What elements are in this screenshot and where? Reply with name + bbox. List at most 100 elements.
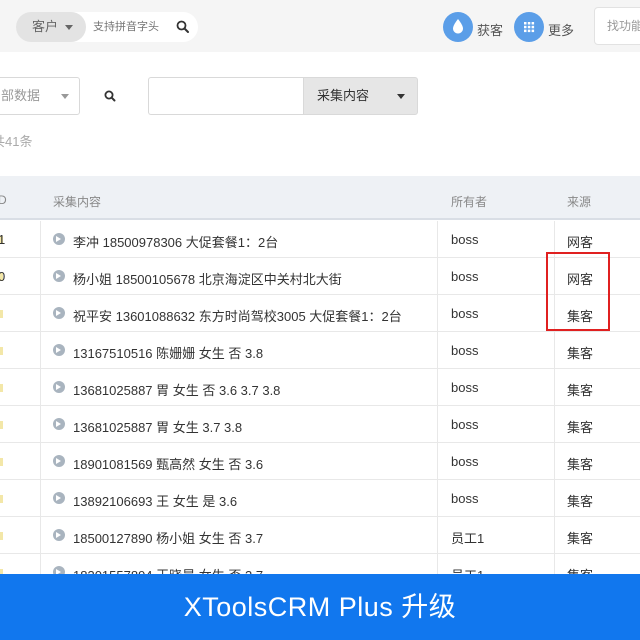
row-id: 0 (0, 269, 6, 284)
data-scope-dropdown[interactable]: 部数据 (0, 77, 80, 115)
search-field-label: 采集内容 (317, 88, 370, 103)
promo-banner: XToolsCRM Plus 升级 (0, 574, 640, 640)
column-divider (40, 480, 41, 517)
customer-search-input[interactable] (93, 12, 177, 42)
row-owner: boss (451, 343, 479, 358)
header-source[interactable]: 来源 (567, 193, 591, 210)
table-row[interactable]: 13892106693 王 女生 是 3.6 boss 集客 (0, 480, 640, 517)
table-row[interactable]: 0 杨小姐 18500105678 北京海淀区中关村北大街 boss 网客 (0, 258, 640, 295)
column-divider (554, 480, 555, 517)
search-icon[interactable] (176, 20, 190, 34)
customer-type-dropdown[interactable]: 客户 (16, 12, 86, 42)
search-icon[interactable] (100, 86, 120, 106)
record-count: 共41条 (0, 134, 33, 149)
keyword-input[interactable] (148, 77, 304, 115)
row-owner: boss (451, 380, 479, 395)
column-divider (437, 258, 438, 295)
row-content[interactable]: 13892106693 王 女生 是 3.6 (73, 491, 237, 510)
arrow-right-circle-icon[interactable] (53, 418, 65, 430)
column-divider (40, 369, 41, 406)
header-owner[interactable]: 所有者 (451, 193, 487, 210)
row-marker (0, 347, 3, 355)
table-row[interactable]: 18901081569 甄高然 女生 否 3.6 boss 集客 (0, 443, 640, 480)
column-divider (437, 517, 438, 554)
column-divider (437, 369, 438, 406)
row-source: 集客 (567, 531, 594, 546)
arrow-right-circle-icon[interactable] (53, 307, 65, 319)
column-divider (437, 443, 438, 480)
row-owner: boss (451, 306, 479, 321)
column-divider (437, 332, 438, 369)
table-row[interactable]: 18500127890 杨小姐 女生 否 3.7 员工1 集客 (0, 517, 640, 554)
row-content[interactable]: 杨小姐 18500105678 北京海淀区中关村北大街 (73, 269, 342, 288)
table-row[interactable]: 13681025887 胃 女生 否 3.6 3.7 3.8 boss 集客 (0, 369, 640, 406)
column-divider (554, 369, 555, 406)
row-owner: 员工1 (451, 531, 485, 546)
get-customer-button[interactable] (443, 12, 473, 42)
table-row[interactable]: 祝平安 13601088632 东方时尚驾校3005 大促套餐1：2台 boss 集… (0, 295, 640, 332)
row-content[interactable]: 13167510516 陈姗姗 女生 否 3.8 (73, 343, 263, 362)
get-customer-label[interactable]: 获客 (477, 20, 503, 39)
row-source: 集客 (567, 494, 594, 509)
column-divider (554, 443, 555, 480)
row-content[interactable]: 13681025887 胃 女生 否 3.6 3.7 3.8 (73, 380, 280, 399)
chevron-down-icon (65, 25, 73, 30)
column-divider (40, 258, 41, 295)
table-row[interactable]: 13167510516 陈姗姗 女生 否 3.8 boss 集客 (0, 332, 640, 369)
row-marker (0, 532, 3, 540)
row-content[interactable]: 李冲 18500978306 大促套餐1：2台 (73, 232, 278, 251)
header-id-fragment: D (0, 193, 7, 207)
arrow-right-circle-icon[interactable] (53, 529, 65, 541)
column-divider (40, 295, 41, 332)
grid-icon (524, 22, 535, 33)
row-owner: boss (451, 269, 479, 284)
row-source: 集客 (567, 420, 594, 435)
row-marker (0, 495, 3, 503)
column-divider (437, 480, 438, 517)
column-divider (437, 295, 438, 332)
row-content[interactable]: 13681025887 胃 女生 3.7 3.8 (73, 417, 242, 436)
row-content[interactable]: 祝平安 13601088632 东方时尚驾校3005 大促套餐1：2台 (73, 306, 402, 325)
function-search-input[interactable]: 找功能 (594, 7, 640, 45)
row-owner: boss (451, 454, 479, 469)
water-drop-icon (453, 19, 463, 34)
arrow-right-circle-icon[interactable] (53, 344, 65, 356)
arrow-right-circle-icon[interactable] (53, 233, 65, 245)
column-divider (40, 221, 41, 258)
column-divider (554, 517, 555, 554)
table-row[interactable]: 1 李冲 18500978306 大促套餐1：2台 boss 网客 (0, 221, 640, 258)
column-divider (437, 406, 438, 443)
more-label[interactable]: 更多 (548, 20, 574, 39)
more-button[interactable] (514, 12, 544, 42)
table-row[interactable]: 13681025887 胃 女生 3.7 3.8 boss 集客 (0, 406, 640, 443)
header-content[interactable]: 采集内容 (53, 193, 101, 210)
row-marker (0, 384, 3, 392)
row-content[interactable]: 18500127890 杨小姐 女生 否 3.7 (73, 528, 263, 547)
column-divider (554, 406, 555, 443)
row-source: 集客 (567, 457, 594, 472)
top-bar: 客户 获客 更多 找功能 (0, 0, 640, 52)
column-divider (40, 332, 41, 369)
source-highlight-box (546, 252, 610, 331)
customer-search-box: 客户 (16, 12, 198, 42)
row-owner: boss (451, 491, 479, 506)
row-marker (0, 421, 3, 429)
row-id: 1 (0, 232, 6, 247)
row-owner: boss (451, 232, 479, 247)
row-source: 集客 (567, 383, 594, 398)
data-scope-label: 部数据 (1, 88, 41, 103)
row-marker (0, 458, 3, 466)
arrow-right-circle-icon[interactable] (53, 492, 65, 504)
column-divider (40, 443, 41, 480)
arrow-right-circle-icon[interactable] (53, 455, 65, 467)
chevron-down-icon (61, 94, 69, 99)
row-marker (0, 310, 3, 318)
chevron-down-icon (397, 94, 405, 99)
row-content[interactable]: 18901081569 甄高然 女生 否 3.6 (73, 454, 263, 473)
arrow-right-circle-icon[interactable] (53, 270, 65, 282)
column-divider (40, 517, 41, 554)
table-header: D 采集内容 所有者 来源 (0, 176, 640, 220)
search-field-dropdown[interactable]: 采集内容 (303, 77, 418, 115)
row-source: 网客 (567, 235, 594, 250)
arrow-right-circle-icon[interactable] (53, 381, 65, 393)
